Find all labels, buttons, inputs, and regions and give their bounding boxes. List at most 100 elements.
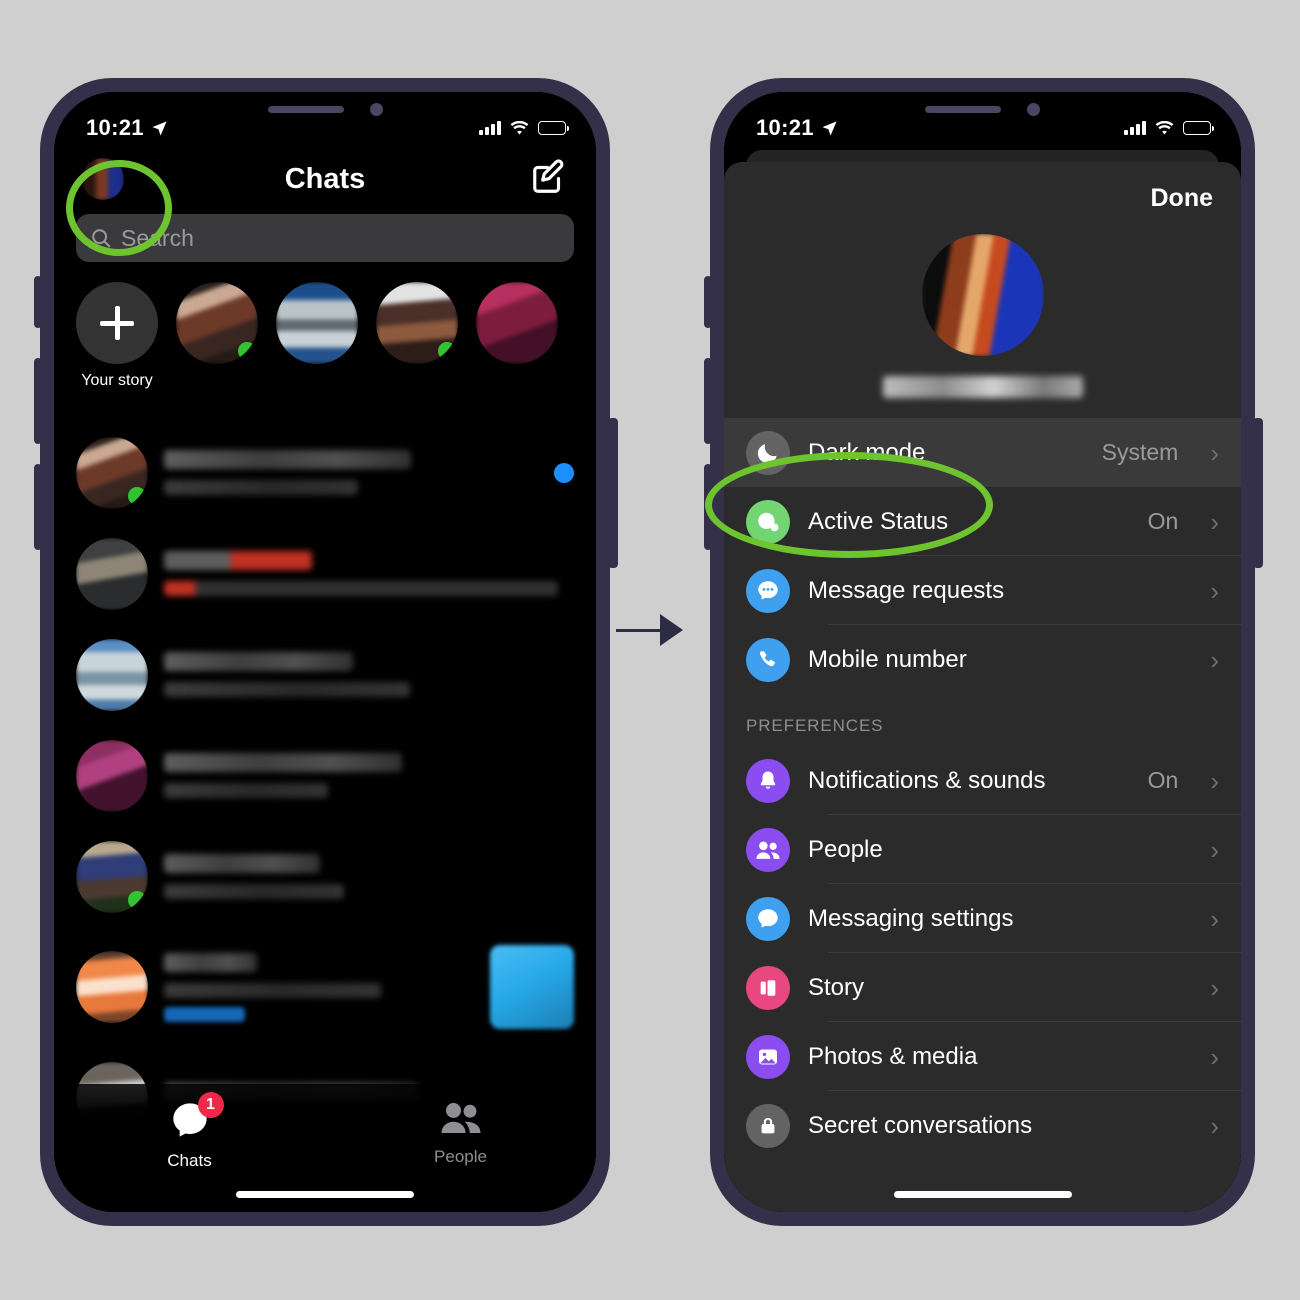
- stories-row[interactable]: Your story: [54, 282, 596, 412]
- earpiece-speaker: [925, 105, 1001, 113]
- people-icon: [440, 1100, 482, 1141]
- search-input[interactable]: Search: [76, 214, 574, 262]
- chat-name: [164, 952, 257, 972]
- chat-avatar: [76, 537, 148, 610]
- settings-label: Story: [808, 973, 865, 1001]
- home-indicator[interactable]: [236, 1191, 414, 1198]
- chat-list-item[interactable]: [54, 725, 596, 826]
- bell-icon: [746, 758, 790, 803]
- chevron-right-icon: ›: [1210, 834, 1219, 865]
- chat-bubble-icon: 1: [170, 1092, 224, 1145]
- settings-label: Messaging settings: [808, 904, 1014, 932]
- page-title: Chats: [284, 162, 366, 195]
- profile-avatar-button[interactable]: [82, 158, 124, 200]
- home-indicator[interactable]: [893, 1191, 1072, 1198]
- settings-row-mobile-number[interactable]: Mobile number ›: [724, 625, 1241, 694]
- photo-icon: [746, 1034, 790, 1079]
- settings-row-active-status[interactable]: Active Status On ›: [724, 487, 1241, 556]
- moon-icon: [746, 430, 790, 475]
- unread-indicator: [554, 462, 574, 483]
- settings-row-dark-mode[interactable]: Dark mode System ›: [724, 418, 1241, 487]
- message-dots-icon: [746, 568, 790, 613]
- chat-bubble-icon: [746, 896, 790, 941]
- story-avatar: [476, 282, 558, 364]
- settings-row-message-requests[interactable]: Message requests ›: [724, 556, 1241, 625]
- search-placeholder: Search: [121, 224, 194, 251]
- settings-row-story[interactable]: Story ›: [724, 953, 1241, 1022]
- settings-row-photos-media[interactable]: Photos & media ›: [724, 1022, 1241, 1091]
- settings-row-messaging-settings[interactable]: Messaging settings ›: [724, 884, 1241, 953]
- tab-chats[interactable]: 1 Chats: [54, 1092, 325, 1171]
- online-badge: [238, 342, 256, 360]
- volume-down-button[interactable]: [704, 464, 712, 550]
- sheet-header: Done: [724, 162, 1241, 234]
- online-badge: [128, 890, 146, 909]
- chevron-right-icon: ›: [1210, 506, 1219, 537]
- chats-header: Chats: [54, 148, 596, 210]
- chat-list-item[interactable]: [54, 826, 596, 927]
- settings-row-notifications[interactable]: Notifications & sounds On ›: [724, 746, 1241, 815]
- power-button[interactable]: [608, 418, 618, 568]
- cellular-signal-icon: [479, 121, 501, 135]
- lock-icon: [746, 1103, 790, 1148]
- settings-label: Notifications & sounds: [808, 766, 1046, 794]
- profile-name: [882, 376, 1083, 398]
- front-camera: [1027, 102, 1040, 116]
- tab-chats-label: Chats: [167, 1151, 212, 1170]
- chat-list-item[interactable]: [54, 523, 596, 624]
- chat-preview: [164, 581, 558, 596]
- compose-icon[interactable]: [530, 158, 568, 201]
- settings-label: Secret conversations: [808, 1111, 1033, 1139]
- mute-switch[interactable]: [34, 276, 42, 328]
- status-time: 10:21: [86, 115, 144, 140]
- people-icon: [746, 827, 790, 872]
- location-arrow-icon: [152, 120, 167, 136]
- chat-name: [164, 450, 411, 469]
- screenshot-stage: 10:21 Chats Search Your story 1 Chats Pe…: [0, 0, 1300, 1300]
- settings-label: Active Status: [808, 507, 949, 535]
- volume-up-button[interactable]: [704, 358, 712, 444]
- chat-name: [164, 551, 312, 570]
- add-story-circle[interactable]: [76, 282, 158, 364]
- settings-row-people[interactable]: People ›: [724, 815, 1241, 884]
- chat-name: [164, 753, 402, 772]
- wifi-icon: [1155, 120, 1174, 134]
- online-badge: [438, 342, 456, 360]
- story-item[interactable]: [176, 282, 258, 412]
- chat-preview: [164, 682, 410, 697]
- section-header-preferences: PREFERENCES: [746, 716, 884, 735]
- settings-value: On: [1147, 508, 1179, 534]
- mute-switch[interactable]: [704, 276, 712, 328]
- story-item[interactable]: [276, 282, 358, 412]
- messenger-settings-app: 10:21 Done Dark mode System › Active Sta…: [724, 92, 1241, 1212]
- volume-down-button[interactable]: [34, 464, 42, 550]
- cellular-signal-icon: [1124, 121, 1146, 135]
- earpiece-speaker: [267, 105, 344, 113]
- chat-attachment-thumbnail[interactable]: [490, 945, 574, 1029]
- story-item[interactable]: [376, 282, 458, 412]
- profile-avatar[interactable]: [921, 234, 1044, 356]
- story-icon: [746, 965, 790, 1010]
- chat-preview: [164, 480, 359, 495]
- chat-list-item[interactable]: [54, 422, 596, 523]
- chat-avatar: [76, 638, 148, 711]
- power-button[interactable]: [1253, 418, 1263, 568]
- chevron-right-icon: ›: [1210, 575, 1219, 606]
- volume-up-button[interactable]: [34, 358, 42, 444]
- location-arrow-icon: [822, 120, 837, 136]
- settings-value: On: [1147, 767, 1179, 793]
- settings-row-secret-conversations[interactable]: Secret conversations ›: [724, 1091, 1241, 1160]
- your-story-button[interactable]: Your story: [76, 282, 158, 412]
- chat-list-item[interactable]: [54, 624, 596, 725]
- chat-avatar: [76, 840, 148, 913]
- tab-people[interactable]: People: [325, 1100, 596, 1167]
- chat-list-item[interactable]: [54, 927, 596, 1047]
- profile-avatar-image: [82, 158, 124, 200]
- story-avatar: [276, 282, 358, 364]
- notch: [863, 92, 1102, 126]
- done-button[interactable]: Done: [1151, 184, 1214, 213]
- chat-preview: [164, 982, 381, 998]
- battery-low-icon: [1183, 121, 1214, 135]
- story-item[interactable]: [476, 282, 558, 412]
- chat-avatar: [76, 739, 148, 812]
